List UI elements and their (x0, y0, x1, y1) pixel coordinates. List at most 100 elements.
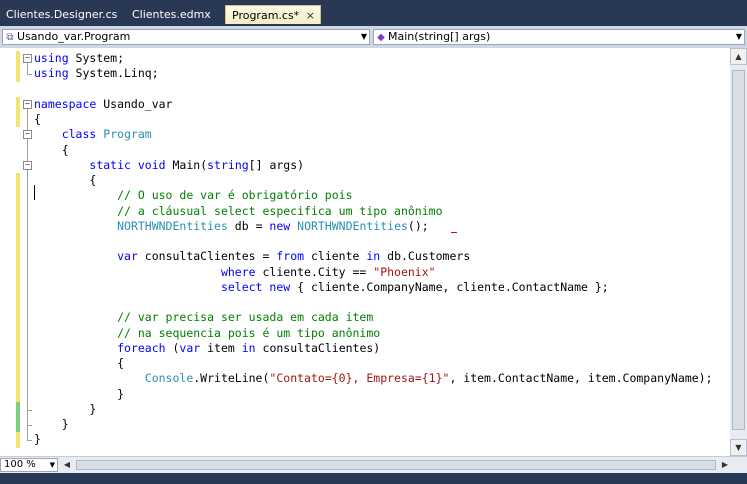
code-token: } (34, 386, 125, 401)
code-token: (); (407, 218, 429, 233)
code-token: "Contato={0}, Empresa={1}" (269, 371, 450, 386)
code-line[interactable]: using System; (34, 51, 124, 66)
code-line[interactable]: // a cláusual select especifica um tipo … (34, 203, 443, 219)
code-token: } (34, 417, 69, 431)
code-text-area[interactable]: using System; using System.Linq; namespace… (34, 48, 730, 456)
outline-end (27, 440, 32, 442)
type-selector-value: Usando_var.Program (17, 30, 131, 43)
code-line[interactable]: var consultaClientes = from cliente in d… (34, 249, 470, 264)
code-line[interactable]: static void Main(string[] args) (34, 158, 304, 173)
code-line[interactable]: where cliente.City == "Phoenix" (34, 265, 436, 280)
code-line[interactable]: using System.Linq; (34, 66, 159, 81)
code-line[interactable]: NORTHWNDEntities db = new NORTHWNDEntiti… (34, 219, 429, 234)
code-token: in (366, 249, 381, 264)
code-token: ( (165, 340, 180, 355)
code-token: db = (227, 218, 270, 233)
collapse-outline-icon[interactable]: − (23, 130, 32, 140)
code-line[interactable]: } (34, 402, 96, 417)
code-line[interactable]: } (34, 432, 41, 447)
code-line[interactable]: } (34, 387, 124, 402)
collapse-outline-icon[interactable]: − (23, 99, 32, 109)
error-squiggle (451, 229, 457, 233)
scroll-right-button[interactable]: ▶ (718, 458, 732, 472)
code-line[interactable]: { (34, 356, 124, 371)
code-token: where (220, 264, 256, 279)
code-editor[interactable]: − − − − using System; using System.Linq; name… (0, 48, 730, 456)
code-token: // O uso de var é obrigatório pois (117, 188, 353, 203)
code-line[interactable]: // na sequencia pois é um tipo anônimo (34, 326, 380, 341)
code-token: namespace (34, 96, 97, 111)
code-line[interactable]: Console.WriteLine("Contato={0}, Empresa=… (34, 371, 713, 386)
vertical-scrollbar[interactable]: ▲ ▼ (730, 48, 747, 456)
type-selector-dropdown[interactable]: ⧉ Usando_var.Program ▼ (2, 29, 370, 45)
editor-status-bar: 100 % ▼ ◀ ▶ (0, 456, 747, 474)
chevron-down-icon[interactable]: ▼ (736, 30, 742, 44)
scroll-left-button[interactable]: ◀ (60, 458, 74, 472)
scroll-up-button[interactable]: ▲ (730, 48, 747, 65)
tab-clientes-edmx[interactable]: Clientes.edmx (126, 5, 218, 24)
code-line[interactable]: select new { cliente.CompanyName, client… (34, 280, 609, 295)
code-token: Program (103, 127, 152, 142)
chevron-down-icon[interactable]: ▼ (361, 30, 367, 44)
code-token: new (269, 218, 291, 233)
code-token: from (276, 249, 305, 264)
outline-end (27, 425, 32, 426)
code-line[interactable]: foreach (var item in consultaClientes) (34, 341, 380, 356)
selection-margin[interactable] (0, 48, 16, 456)
horizontal-scroll-thumb[interactable] (76, 460, 716, 470)
tab-clientes-designer[interactable]: Clientes.Designer.cs (0, 5, 118, 24)
code-token: System; (68, 51, 125, 65)
outline-guide (27, 169, 28, 410)
code-token: // a cláusual select especifica um tipo … (117, 203, 443, 218)
code-token: class (61, 127, 97, 142)
change-indicator (16, 401, 20, 433)
code-line[interactable]: class Program (34, 127, 152, 142)
tab-label: Clientes.edmx (132, 8, 211, 21)
code-line[interactable]: } (34, 417, 69, 432)
code-line[interactable]: // O uso de var é obrigatório pois (34, 188, 353, 203)
code-line[interactable]: { (34, 143, 69, 158)
tab-label: Clientes.Designer.cs (6, 8, 118, 21)
scroll-down-button[interactable]: ▼ (730, 439, 747, 456)
tab-label: Program.cs* (232, 9, 300, 22)
code-token: // var precisa ser usada em cada item (117, 310, 374, 325)
class-icon: ⧉ (6, 32, 14, 43)
member-selector-dropdown[interactable]: ◆ Main(string[] args) ▼ (373, 29, 745, 45)
code-line[interactable]: namespace Usando_var (34, 97, 172, 112)
tab-program-cs[interactable]: Program.cs* × (225, 5, 321, 24)
code-token: System.Linq; (68, 66, 159, 81)
code-token: { (34, 173, 97, 187)
code-token: using (34, 66, 69, 81)
document-tab-strip: Clientes.Designer.cs Clientes.edmx Progr… (0, 0, 747, 26)
code-token: consultaClientes = (137, 249, 277, 264)
code-token: foreach (117, 340, 166, 355)
code-token: using (34, 51, 69, 65)
chevron-down-icon[interactable]: ▼ (50, 459, 55, 471)
code-line[interactable]: { (34, 173, 96, 188)
vertical-scroll-thumb[interactable] (732, 70, 745, 430)
close-tab-icon[interactable]: × (306, 6, 315, 25)
method-icon: ◆ (377, 32, 385, 43)
code-token: void (137, 157, 166, 172)
window-bottom-edge (0, 473, 747, 484)
collapse-outline-icon[interactable]: − (23, 54, 32, 63)
code-token: NORTHWNDEntities (117, 218, 228, 233)
code-token: .WriteLine( (193, 371, 270, 386)
code-line[interactable]: // var precisa ser usada em cada item (34, 310, 373, 325)
code-token: NORTHWNDEntities (297, 218, 408, 233)
code-token: } (34, 432, 41, 447)
code-token: db.Customers (380, 249, 471, 264)
collapse-outline-icon[interactable]: − (23, 160, 32, 170)
zoom-dropdown[interactable]: 100 % ▼ (0, 458, 58, 472)
outline-end (27, 74, 32, 76)
code-line[interactable]: { (34, 112, 41, 127)
zoom-value: 100 % (4, 459, 36, 470)
